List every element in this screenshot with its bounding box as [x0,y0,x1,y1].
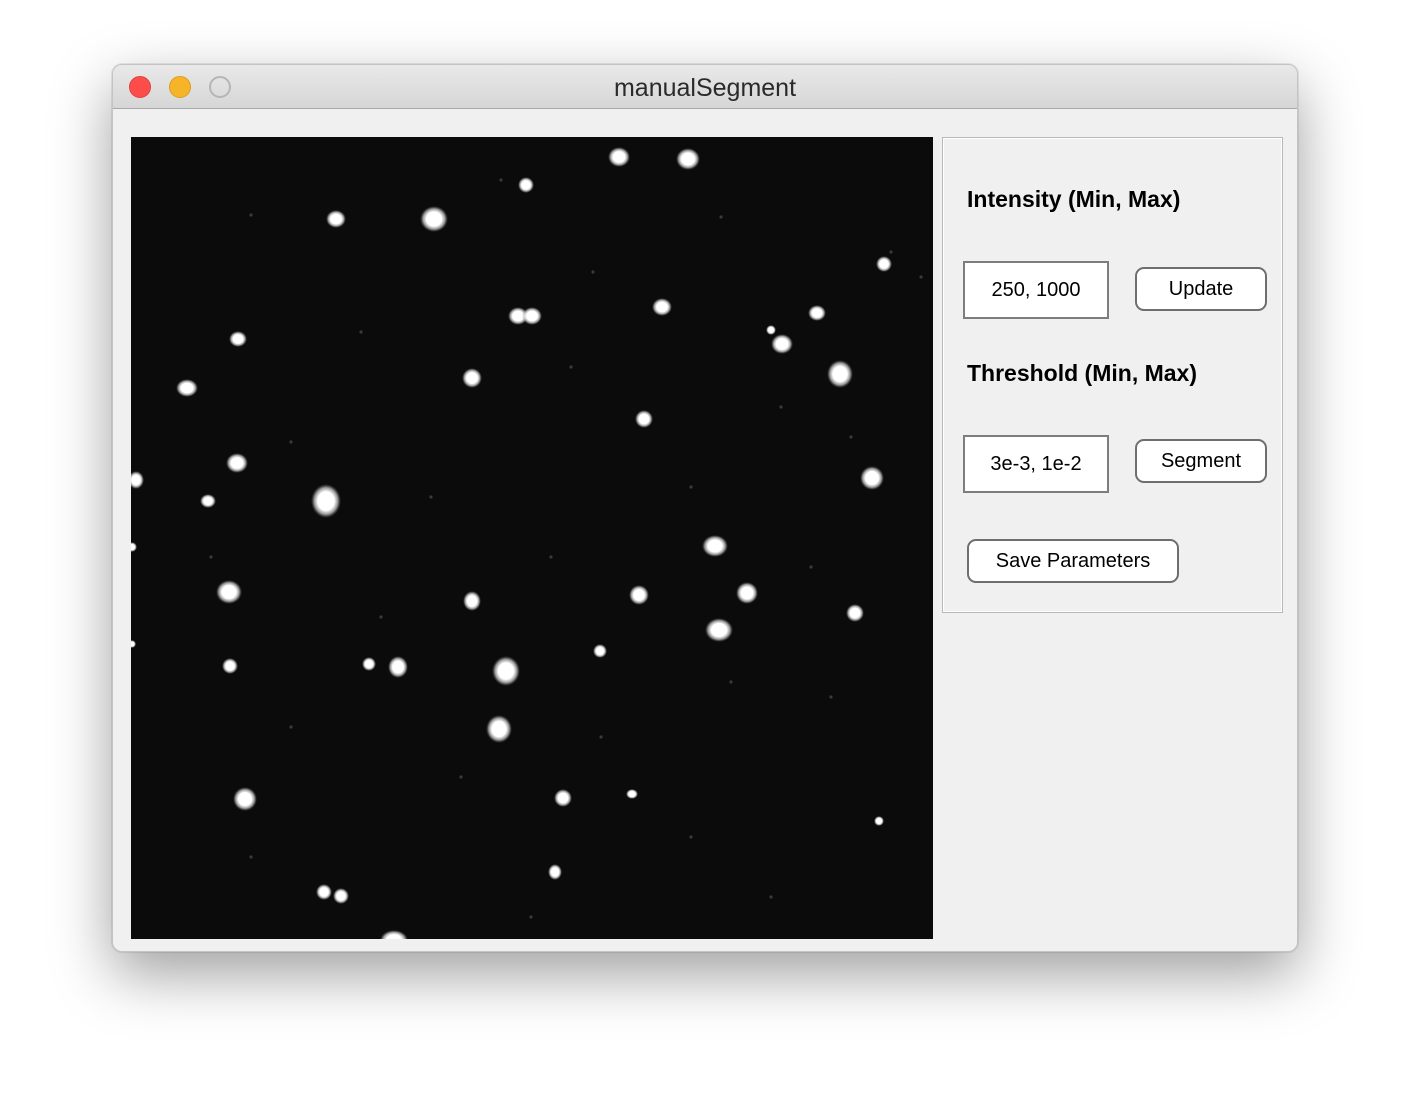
intensity-input[interactable] [963,261,1109,319]
background-speck [769,895,773,899]
save-parameters-button[interactable]: Save Parameters [967,539,1179,583]
background-speck [719,215,723,219]
cell-spot [176,379,198,397]
background-speck [289,725,293,729]
cell-spot [486,715,512,743]
cell-spot [463,591,481,611]
app-window: manualSegment Intensity (Min, Max) Updat… [112,64,1298,952]
background-speck [529,915,533,919]
background-speck [591,270,595,274]
background-speck [549,555,553,559]
cell-spot [705,618,733,642]
background-speck [379,615,383,619]
control-panel: Intensity (Min, Max) Update Threshold (M… [942,137,1283,613]
microscopy-image[interactable] [131,137,933,939]
intensity-label: Intensity (Min, Max) [967,186,1181,212]
cell-spot [629,585,649,605]
threshold-input[interactable] [963,435,1109,493]
cell-spot [362,657,376,671]
cell-spot [522,307,542,325]
background-speck [729,680,733,684]
background-speck [429,495,433,499]
background-speck [919,275,923,279]
cell-spot [846,604,864,622]
cell-spot [316,884,332,900]
cell-spot [222,658,238,674]
background-speck [249,213,253,217]
cell-spot [771,334,793,354]
cell-spot [333,888,349,904]
cell-spot [492,656,520,686]
background-speck [569,365,573,369]
background-speck [689,485,693,489]
background-speck [249,855,253,859]
threshold-label: Threshold (Min, Max) [967,360,1197,386]
cell-spot [216,580,242,604]
background-speck [849,435,853,439]
cell-spot [233,787,257,811]
cell-spot [635,410,653,428]
cell-spot [652,298,672,316]
cell-spot [874,816,884,826]
cell-spot [608,147,630,167]
cell-spot [326,210,346,228]
title-bar[interactable]: manualSegment [113,65,1297,109]
cell-spot [554,789,572,807]
background-speck [359,330,363,334]
background-speck [599,735,603,739]
window-title: manualSegment [613,74,797,102]
background-speck [779,405,783,409]
background-speck [689,835,693,839]
background-speck [809,565,813,569]
cell-spot [388,656,408,678]
cell-spot [827,360,853,388]
background-speck [889,250,893,254]
cell-spot [876,256,892,272]
cell-spot [518,177,534,193]
cell-spot [311,484,341,518]
background-speck [209,555,213,559]
microscopy-image-canvas [131,137,933,939]
cell-spot [462,368,482,388]
cell-spot [226,453,248,473]
background-speck [499,178,503,182]
cell-spot [860,466,884,490]
cell-spot [702,535,728,557]
cell-spot [766,325,776,335]
segment-button[interactable]: Segment [1135,439,1267,483]
background-speck [289,440,293,444]
cell-spot [736,582,758,604]
cell-spot [593,644,607,658]
cell-spot [548,864,562,880]
cell-spot [200,494,216,508]
cell-spot [676,148,700,170]
cell-spot [420,206,448,232]
background-speck [829,695,833,699]
cell-spot [229,331,247,347]
update-button[interactable]: Update [1135,267,1267,311]
cell-spot [626,789,638,799]
background-speck [459,775,463,779]
cell-spot [808,305,826,321]
